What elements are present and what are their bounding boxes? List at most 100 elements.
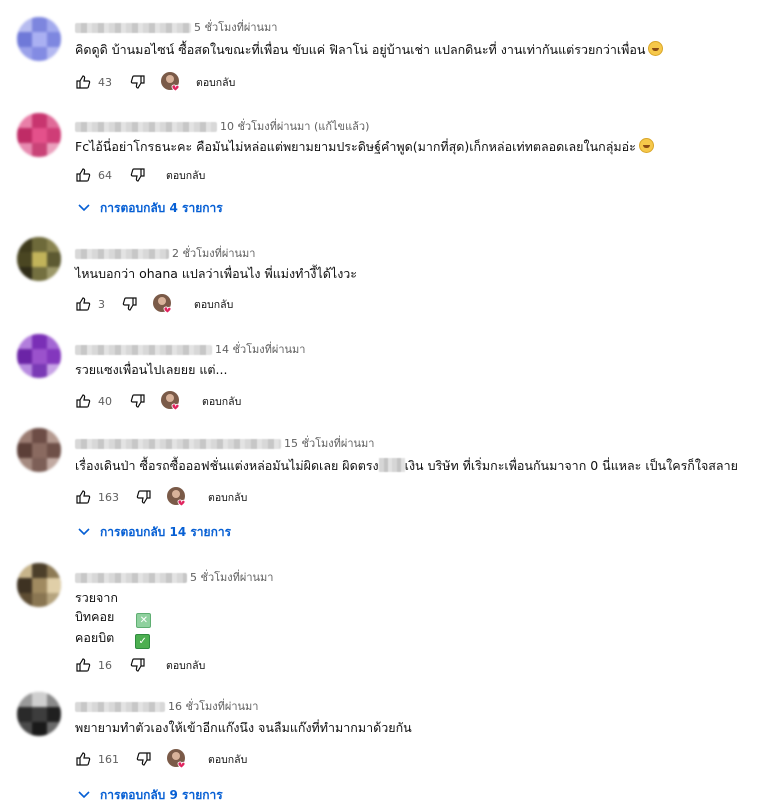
avatar[interactable] <box>17 113 61 157</box>
comment-time: 10 ชั่วโมงที่ผ่านมา (แก้ไขแล้ว) <box>220 120 370 133</box>
avatar[interactable] <box>17 334 61 378</box>
view-replies-button[interactable]: การตอบกลับ 9 รายการ <box>78 784 223 806</box>
like-count: 161 <box>98 752 119 766</box>
comment-line-part: เงิน บริษัท ที่เริ่มกะเพื่อนกันมาจาก 0 น… <box>404 458 738 473</box>
comment-actions: 3 ตอบกลับ <box>75 292 233 316</box>
avatar[interactable] <box>17 17 61 61</box>
comment-text: เรื่องเดินป่า ซื้อรถซื้อออฟชั่นแต่งหล่อม… <box>75 456 738 475</box>
comment-text: รวยแซงเพื่อนไปเลยยย แต่... <box>75 360 227 379</box>
comment-time: 14 ชั่วโมงที่ผ่านมา <box>215 343 306 356</box>
replies-count-label: การตอบกลับ 14 รายการ <box>100 524 232 539</box>
check-mark-icon: ✓ <box>135 634 151 649</box>
reply-button[interactable]: ตอบกลับ <box>202 393 241 410</box>
like-count: 64 <box>98 168 112 182</box>
like-count: 43 <box>98 75 112 89</box>
reply-button[interactable]: ตอบกลับ <box>166 167 205 184</box>
like-icon[interactable] <box>75 167 91 183</box>
comment-meta: 15 ชั่วโมงที่ผ่านมา <box>75 434 375 450</box>
dislike-icon[interactable] <box>136 751 152 767</box>
creator-heart-icon[interactable] <box>166 748 188 770</box>
cross-mark-icon: ✕ <box>136 613 152 628</box>
like-icon[interactable] <box>75 74 91 90</box>
dislike-icon[interactable] <box>122 296 138 312</box>
creator-heart-icon[interactable] <box>160 390 182 412</box>
comment-line-row: บิทคอย ✕ <box>75 607 152 628</box>
view-replies-button[interactable]: การตอบกลับ 14 รายการ <box>78 521 231 543</box>
chevron-down-icon <box>78 204 90 212</box>
comment-time: 16 ชั่วโมงที่ผ่านมา <box>168 700 259 713</box>
laughing-emoji-icon <box>638 138 654 153</box>
comment-time: 5 ชั่วโมงที่ผ่านมา <box>190 571 274 584</box>
comment-text: Fcไอ้นี่อย่าโกรธนะคะ คือมันไม่หล่อแต่พยา… <box>75 137 654 156</box>
reply-button[interactable]: ตอบกลับ <box>196 74 235 91</box>
comment-text: คิดดูดิ บ้านมอไซน์ ซื้อสดในขณะที่เพื่อน … <box>75 40 664 59</box>
reply-button[interactable]: ตอบกลับ <box>166 657 205 674</box>
redacted-text <box>378 458 405 472</box>
avatar[interactable] <box>17 237 61 281</box>
creator-heart-icon[interactable] <box>160 71 182 93</box>
author-name-redacted[interactable] <box>75 23 191 33</box>
comment-text: ไหนบอกว่า ohana แปลว่าเพื่อนไง พี่แม่งทำ… <box>75 264 357 283</box>
like-icon[interactable] <box>75 489 91 505</box>
author-name-redacted[interactable] <box>75 439 281 449</box>
comment-meta: 5 ชั่วโมงที่ผ่านมา <box>75 568 274 584</box>
chevron-down-icon <box>78 791 90 799</box>
comment-meta: 14 ชั่วโมงที่ผ่านมา <box>75 340 306 356</box>
comment-meta: 16 ชั่วโมงที่ผ่านมา <box>75 697 259 713</box>
comment-meta: 2 ชั่วโมงที่ผ่านมา <box>75 244 256 260</box>
reply-button[interactable]: ตอบกลับ <box>194 296 233 313</box>
like-count: 163 <box>98 490 119 504</box>
author-name-redacted[interactable] <box>75 702 165 712</box>
comment-time: 2 ชั่วโมงที่ผ่านมา <box>172 247 256 260</box>
comment-meta: 10 ชั่วโมงที่ผ่านมา (แก้ไขแล้ว) <box>75 117 369 133</box>
dislike-icon[interactable] <box>136 489 152 505</box>
like-icon[interactable] <box>75 751 91 767</box>
comment-line: ไหนบอกว่า ohana แปลว่าเพื่อนไง พี่แม่งทำ… <box>75 266 358 281</box>
laughing-emoji-icon <box>648 41 664 56</box>
comment-actions: 163 ตอบกลับ <box>75 485 247 509</box>
creator-heart-icon[interactable] <box>166 486 188 508</box>
dislike-icon[interactable] <box>130 393 146 409</box>
comment-line: รวยจาก <box>75 590 118 605</box>
comment-line: บิทคอย <box>75 609 115 624</box>
dislike-icon[interactable] <box>130 657 146 673</box>
comment-line: รวยแซงเพื่อนไปเลยยย แต่... <box>75 362 228 377</box>
comments-page: { "comments": [ {"time":"5 ชั่วโมงที่ผ่า… <box>0 0 778 802</box>
comment-actions: 161 ตอบกลับ <box>75 747 247 771</box>
avatar[interactable] <box>17 692 61 736</box>
like-count: 3 <box>98 297 105 311</box>
like-icon[interactable] <box>75 296 91 312</box>
comment-line: คอยบิต <box>75 630 115 645</box>
comment-time: 5 ชั่วโมงที่ผ่านมา <box>194 21 278 34</box>
reply-button[interactable]: ตอบกลับ <box>208 489 247 506</box>
comment-line-part: เรื่องเดินป่า ซื้อรถซื้อออฟชั่นแต่งหล่อม… <box>75 458 379 473</box>
comment-actions: 43 ตอบกลับ <box>75 70 235 94</box>
replies-count-label: การตอบกลับ 9 รายการ <box>100 787 223 802</box>
author-name-redacted[interactable] <box>75 249 169 259</box>
like-count: 40 <box>98 394 112 408</box>
chevron-down-icon <box>78 528 90 536</box>
comment-line: Fcไอ้นี่อย่าโกรธนะคะ คือมันไม่หล่อแต่พยา… <box>75 139 636 154</box>
comment-line: คิดดูดิ บ้านมอไซน์ ซื้อสดในขณะที่เพื่อน … <box>75 42 646 57</box>
comment-text: พยายามทำตัวเองให้เข้าอีกแก๊งนึง จนลืมแก๊… <box>75 718 412 737</box>
reply-button[interactable]: ตอบกลับ <box>208 751 247 768</box>
like-count: 16 <box>98 658 112 672</box>
avatar[interactable] <box>17 563 61 607</box>
like-icon[interactable] <box>75 393 91 409</box>
comment-text: รวยจาก บิทคอย ✕ คอยบิต ✓ <box>75 588 152 649</box>
author-name-redacted[interactable] <box>75 345 212 355</box>
comment-actions: 40 ตอบกลับ <box>75 389 241 413</box>
author-name-redacted[interactable] <box>75 573 187 583</box>
comment-actions: 64 ตอบกลับ <box>75 163 205 187</box>
comment-line: พยายามทำตัวเองให้เข้าอีกแก๊งนึง จนลืมแก๊… <box>75 720 412 735</box>
view-replies-button[interactable]: การตอบกลับ 4 รายการ <box>78 197 223 219</box>
author-name-redacted[interactable] <box>75 122 217 132</box>
like-icon[interactable] <box>75 657 91 673</box>
comment-time: 15 ชั่วโมงที่ผ่านมา <box>284 437 375 450</box>
comment-meta: 5 ชั่วโมงที่ผ่านมา <box>75 18 278 34</box>
comment-line-row: คอยบิต ✓ <box>75 628 151 649</box>
avatar[interactable] <box>17 428 61 472</box>
dislike-icon[interactable] <box>130 167 146 183</box>
creator-heart-icon[interactable] <box>152 293 174 315</box>
dislike-icon[interactable] <box>130 74 146 90</box>
